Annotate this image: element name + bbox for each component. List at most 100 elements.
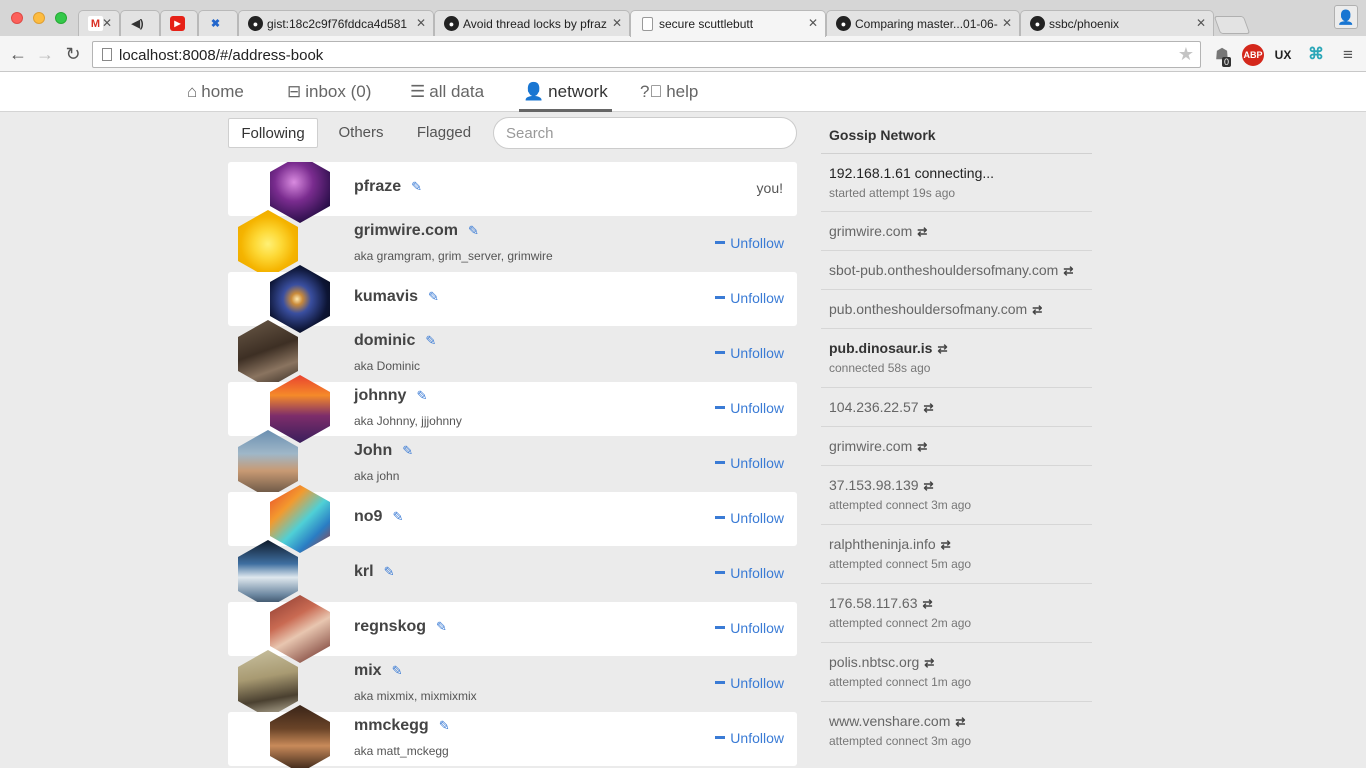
menu-icon[interactable]: ≡ (1337, 44, 1359, 66)
minimize-window-button[interactable] (33, 12, 45, 24)
url-text[interactable]: localhost:8008/#/address-book (119, 47, 323, 64)
contact-row[interactable]: johnny ✎ aka Johnny, jjjohnny Unfollow (228, 375, 797, 443)
filter-tab-others[interactable]: Others (330, 118, 392, 148)
close-tab-icon[interactable]: ✕ (416, 16, 426, 30)
bookmark-star-icon[interactable]: ★ (1178, 44, 1194, 65)
avatar[interactable] (270, 265, 330, 333)
browser-tab-audio[interactable]: ◀) (120, 10, 160, 36)
contact-row[interactable]: dominic ✎ aka Dominic Unfollow (228, 320, 797, 388)
nav-all-data[interactable]: ☰ all data (410, 72, 484, 112)
back-arrow-icon[interactable]: ← (7, 43, 29, 65)
unfollow-button[interactable]: Unfollow (715, 345, 784, 361)
avatar[interactable] (270, 595, 330, 663)
network-extension-icon[interactable]: ⌘ (1305, 44, 1327, 66)
contact-name[interactable]: mmckegg ✎ (354, 717, 450, 735)
avatar[interactable] (238, 650, 298, 718)
contact-name[interactable]: grimwire.com ✎ (354, 222, 479, 240)
avatar[interactable] (270, 162, 330, 223)
contact-name[interactable]: kumavis ✎ (354, 288, 439, 306)
peer-item[interactable]: grimwire.com ⇄ (821, 212, 1092, 251)
new-tab-button[interactable] (1213, 16, 1251, 34)
unfollow-button[interactable]: Unfollow (715, 510, 784, 526)
browser-tab-thread-locks[interactable]: ● Avoid thread locks by pfraz ✕ (434, 10, 630, 36)
reload-icon[interactable]: ↻ (62, 43, 84, 65)
avatar[interactable] (270, 705, 330, 768)
avatar[interactable] (238, 210, 298, 278)
forward-arrow-icon[interactable]: → (34, 43, 56, 65)
zoom-window-button[interactable] (55, 12, 67, 24)
peer-item[interactable]: pub.ontheshouldersofmany.com ⇄ (821, 290, 1092, 329)
browser-tab-youtube[interactable]: ▶ (160, 10, 198, 36)
unfollow-button[interactable]: Unfollow (715, 455, 784, 471)
close-tab-icon[interactable]: ✕ (102, 16, 112, 30)
browser-tab-gist[interactable]: ● gist:18c2c9f76fddca4d581 ✕ (238, 10, 434, 36)
contact-name[interactable]: mix ✎ (354, 662, 402, 680)
filter-tab-following[interactable]: Following (228, 118, 318, 148)
close-tab-icon[interactable]: ✕ (612, 16, 622, 30)
pencil-icon[interactable]: ✎ (384, 564, 395, 580)
pencil-icon[interactable]: ✎ (468, 223, 479, 239)
peer-item[interactable]: www.venshare.com ⇄ attempted connect 3m a… (821, 702, 1092, 761)
close-tab-icon[interactable]: ✕ (1002, 16, 1012, 30)
unfollow-button[interactable]: Unfollow (715, 620, 784, 636)
contact-name[interactable]: no9 ✎ (354, 508, 403, 526)
browser-tab-x[interactable]: ✖ (198, 10, 238, 36)
pencil-icon[interactable]: ✎ (416, 388, 427, 404)
contact-row[interactable]: no9 ✎ Unfollow (228, 485, 797, 553)
nav-inbox[interactable]: ⊟ inbox (0) (287, 72, 371, 112)
contact-row[interactable]: mmckegg ✎ aka matt_mckegg Unfollow (228, 705, 797, 768)
contact-name[interactable]: johnny ✎ (354, 387, 427, 405)
close-tab-icon[interactable]: ✕ (808, 16, 818, 30)
browser-tab-scuttlebutt[interactable]: secure scuttlebutt ✕ (630, 10, 826, 37)
avatar[interactable] (238, 430, 298, 498)
pencil-icon[interactable]: ✎ (439, 718, 450, 734)
contact-row[interactable]: pfraze ✎ you! (228, 162, 797, 223)
peer-item[interactable]: polis.nbtsc.org ⇄ attempted connect 1m ag… (821, 643, 1092, 702)
profile-icon[interactable]: 👤 (1334, 5, 1358, 29)
unfollow-button[interactable]: Unfollow (715, 290, 784, 306)
browser-tab-comparing[interactable]: ● Comparing master...01-06- ✕ (826, 10, 1020, 36)
contact-name[interactable]: John ✎ (354, 442, 413, 460)
peer-item[interactable]: sbot-pub.ontheshouldersofmany.com ⇄ (821, 251, 1092, 290)
contact-row[interactable]: regnskog ✎ Unfollow (228, 595, 797, 663)
peer-item[interactable]: grimwire.com ⇄ (821, 427, 1092, 466)
close-tab-icon[interactable]: ✕ (1196, 16, 1206, 30)
unfollow-button[interactable]: Unfollow (715, 730, 784, 746)
peer-item[interactable]: pub.dinosaur.is ⇄ connected 58s ago (821, 329, 1092, 388)
pencil-icon[interactable]: ✎ (436, 619, 447, 635)
avatar[interactable] (270, 485, 330, 553)
browser-tab-phoenix[interactable]: ● ssbc/phoenix ✕ (1020, 10, 1214, 36)
unfollow-button[interactable]: Unfollow (715, 565, 784, 581)
search-input[interactable] (493, 117, 797, 149)
pencil-icon[interactable]: ✎ (411, 179, 422, 195)
filter-tab-flagged[interactable]: Flagged (408, 118, 480, 148)
adblock-icon[interactable]: ABP (1242, 44, 1264, 66)
contact-row[interactable]: krl ✎ Unfollow (228, 540, 797, 608)
nav-home[interactable]: ⌂ home (187, 72, 244, 112)
ux-extension-icon[interactable]: UX (1272, 44, 1294, 66)
contact-row[interactable]: mix ✎ aka mixmix, mixmixmix Unfollow (228, 650, 797, 718)
contact-row[interactable]: John ✎ aka john Unfollow (228, 430, 797, 498)
pencil-icon[interactable]: ✎ (392, 509, 403, 525)
peer-item[interactable]: ralphtheninja.info ⇄ attempted connect 5m… (821, 525, 1092, 584)
contact-name[interactable]: regnskog ✎ (354, 618, 447, 636)
contact-name[interactable]: krl ✎ (354, 563, 394, 581)
nav-network[interactable]: 👤 network (519, 72, 612, 112)
pencil-icon[interactable]: ✎ (428, 289, 439, 305)
unfollow-button[interactable]: Unfollow (715, 400, 784, 416)
avatar[interactable] (238, 540, 298, 608)
browser-tab-gmail[interactable]: M ✕ (78, 10, 120, 36)
unfollow-button[interactable]: Unfollow (715, 675, 784, 691)
peer-item[interactable]: 192.168.1.61 connecting... started attem… (821, 154, 1092, 212)
peer-item[interactable]: 37.153.98.139 ⇄ attempted connect 3m ago (821, 466, 1092, 525)
pencil-icon[interactable]: ✎ (392, 663, 403, 679)
peer-item[interactable]: 104.236.22.57 ⇄ (821, 388, 1092, 427)
address-bar[interactable]: localhost:8008/#/address-book ★ (92, 41, 1201, 68)
pencil-icon[interactable]: ✎ (425, 333, 436, 349)
avatar[interactable] (270, 375, 330, 443)
close-window-button[interactable] (11, 12, 23, 24)
contact-row[interactable]: kumavis ✎ Unfollow (228, 265, 797, 333)
nav-help[interactable]: ?⃝ help (640, 72, 698, 112)
contact-name[interactable]: pfraze ✎ (354, 178, 422, 196)
contact-row[interactable]: grimwire.com ✎ aka gramgram, grim_server,… (228, 210, 797, 278)
